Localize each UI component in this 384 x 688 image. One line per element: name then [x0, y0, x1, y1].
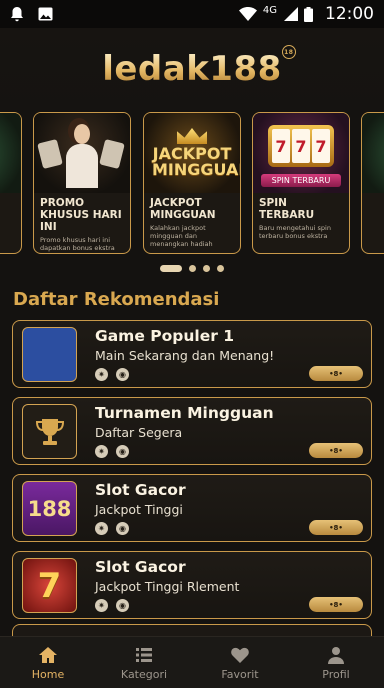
nav-label: Kategori: [120, 667, 168, 681]
banner-desc: Kalahkan jackpot mingguan dan menangkan …: [150, 224, 213, 248]
banner-art-promo: [34, 113, 130, 193]
banner-art-jackpot: JACKPOT MINGGUAN: [144, 113, 240, 193]
chip-icon: ◉: [116, 599, 129, 612]
nav-favorit[interactable]: Favorit: [192, 637, 288, 688]
chip-icon: ◉: [116, 368, 129, 381]
item-tags: ✷ ◉: [95, 368, 129, 381]
banner-card-jackpot[interactable]: JACKPOT MINGGUAN JACKPOT MINGGUAN Kalahk…: [143, 112, 241, 254]
star-icon: ✷: [95, 445, 108, 458]
item-subtitle: Main Sekarang dan Menang!: [95, 348, 275, 363]
item-subtitle: Jackpot Tinggi Rlement: [95, 579, 240, 594]
notification-bell-icon: [11, 7, 23, 22]
nav-label: Profil: [322, 667, 350, 681]
slot-machine-icon: 777: [268, 125, 334, 167]
jackpot-art-text: JACKPOT MINGGUAN: [152, 144, 240, 179]
item-title: Turnamen Mingguan: [95, 404, 274, 422]
brand-logo-text: ledak188: [102, 49, 282, 89]
banner-desc: Baru mengetahui spin terbaru bonus ekstr…: [259, 224, 331, 240]
wifi-icon: [238, 7, 257, 21]
banner-art: [362, 113, 384, 193]
banner-desc: Promo khusus hari ini dapatkan bonus eks…: [40, 236, 115, 252]
status-bar: 4G 12:00: [0, 0, 384, 28]
hostess-illustration: [62, 118, 102, 188]
chip-icon: ◉: [116, 445, 129, 458]
nav-kategori[interactable]: Kategori: [96, 637, 192, 688]
trophy-icon: [22, 404, 77, 459]
nav-label: Favorit: [221, 667, 259, 681]
list-item[interactable]: 7 Slot Gacor Jackpot Tinggi Rlement ✷ ◉ •…: [12, 551, 372, 619]
carousel-dot[interactable]: [203, 265, 210, 272]
nav-profil[interactable]: Profil: [288, 637, 384, 688]
banner-title: PROMO KHUSUS HARI INI: [40, 197, 122, 233]
banner-card[interactable]: [361, 112, 384, 254]
item-title: Slot Gacor: [95, 558, 186, 576]
game-thumbnail-seven: 7: [22, 558, 77, 613]
spin-art-label: SPIN TERBARU: [261, 174, 341, 187]
play-button[interactable]: •8•: [309, 520, 363, 535]
carousel-dot[interactable]: [189, 265, 196, 272]
signal-icon: [284, 7, 298, 21]
nav-label: Home: [31, 667, 65, 681]
game-thumbnail: [22, 327, 77, 382]
banner-card[interactable]: [0, 112, 22, 254]
promo-carousel[interactable]: PROMO KHUSUS HARI INI Promo khusus hari …: [0, 110, 384, 258]
list-icon: [136, 647, 152, 662]
item-tags: ✷ ◉: [95, 522, 129, 535]
play-button[interactable]: •8•: [309, 366, 363, 381]
carousel-dot-active[interactable]: [160, 265, 182, 272]
list-item[interactable]: Game Populer 1 Main Sekarang dan Menang!…: [12, 320, 372, 388]
chip-icon: ◉: [116, 522, 129, 535]
game-thumbnail-188: 188: [22, 481, 77, 536]
section-title: Daftar Rekomendasi: [13, 289, 220, 310]
nav-home[interactable]: Home: [0, 637, 96, 688]
heart-icon: [231, 647, 249, 663]
star-icon: ✷: [95, 599, 108, 612]
list-item[interactable]: Turnamen Mingguan Daftar Segera ✷ ◉ •8•: [12, 397, 372, 465]
list-item[interactable]: 188 Slot Gacor Jackpot Tinggi ✷ ◉ •8•: [12, 474, 372, 542]
banner-title: [0, 193, 21, 197]
item-title: Game Populer 1: [95, 327, 235, 345]
image-icon: [38, 7, 53, 21]
carousel-pagination[interactable]: [0, 265, 384, 272]
banner-card-spin[interactable]: 777 SPIN TERBARU SPIN TERBARU Baru menge…: [252, 112, 350, 254]
home-icon: [39, 646, 57, 663]
person-icon: [328, 646, 344, 664]
item-subtitle: Daftar Segera: [95, 425, 183, 440]
brand-logo[interactable]: ledak188 18: [102, 45, 296, 89]
banner-title: [362, 193, 384, 197]
clock: 12:00: [325, 4, 374, 24]
playing-card-icon: [37, 138, 63, 170]
play-button[interactable]: •8•: [309, 597, 363, 612]
crown-icon: [177, 128, 207, 144]
network-type: 4G: [262, 4, 277, 16]
play-button[interactable]: •8•: [309, 443, 363, 458]
item-tags: ✷ ◉: [95, 445, 129, 458]
banner-title: SPIN TERBARU: [259, 197, 315, 221]
logo-badge-icon: 18: [281, 45, 296, 59]
banner-card-promo[interactable]: PROMO KHUSUS HARI INI Promo khusus hari …: [33, 112, 131, 254]
banner-art-spin: 777 SPIN TERBARU: [253, 113, 349, 193]
bottom-navigation: Home Kategori Favorit Profil: [0, 636, 384, 688]
star-icon: ✷: [95, 368, 108, 381]
battery-icon: [304, 6, 313, 22]
app-header: ledak188 18: [0, 28, 384, 110]
banner-art: [0, 113, 21, 193]
carousel-dot[interactable]: [217, 265, 224, 272]
item-title: Slot Gacor: [95, 481, 186, 499]
item-tags: ✷ ◉: [95, 599, 129, 612]
banner-title: JACKPOT MINGGUAN: [150, 197, 216, 221]
item-subtitle: Jackpot Tinggi: [95, 502, 183, 517]
star-icon: ✷: [95, 522, 108, 535]
playing-card-icon: [99, 138, 125, 170]
